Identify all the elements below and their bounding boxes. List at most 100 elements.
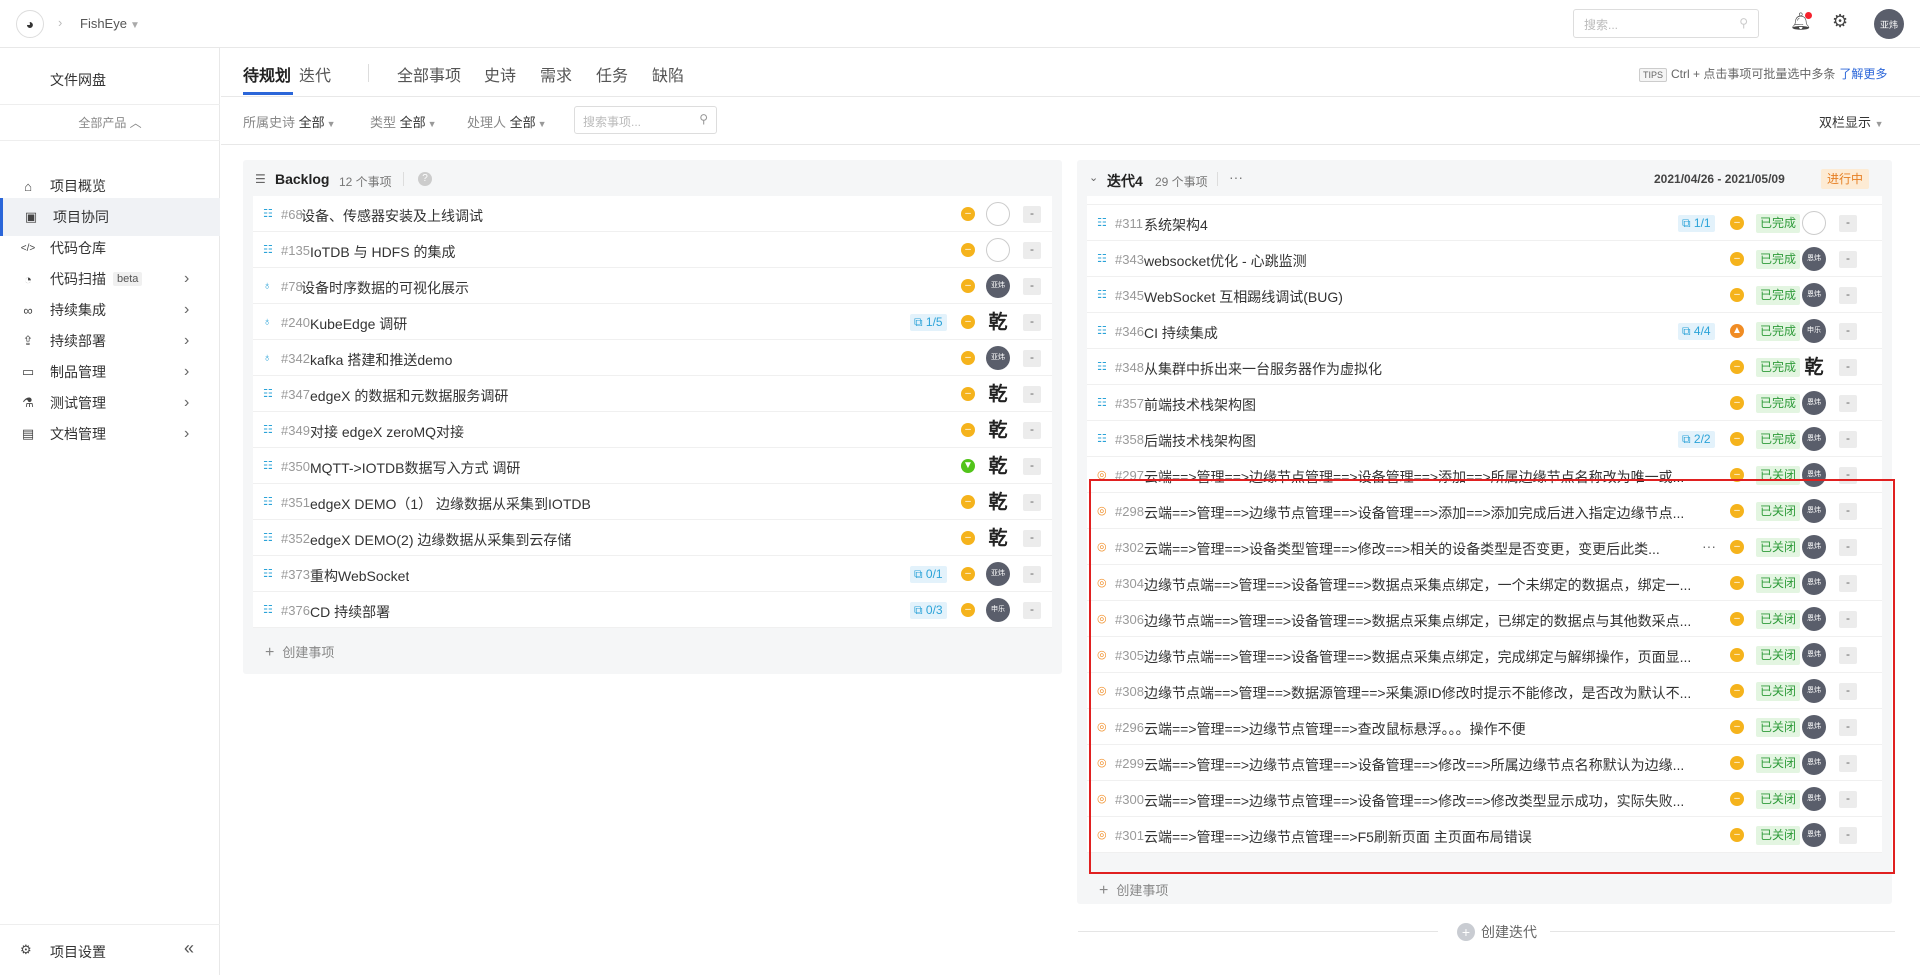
estimate-field[interactable]: - [1023, 206, 1041, 223]
tab-all-items[interactable]: 全部事项 [397, 62, 461, 86]
item-title[interactable]: edgeX DEMO(2) 边缘数据从采集到云存储 [310, 530, 571, 550]
backlog-item-row[interactable]: ♁ #240 KubeEdge 调研 ⧉ 1/5– 乾 - [253, 304, 1052, 340]
estimate-field[interactable]: - [1839, 395, 1857, 412]
priority-icon[interactable]: – [1730, 396, 1744, 410]
iteration-item-row[interactable]: ◎ #305 边缘节点端==>管理==>设备管理==>数据点采集点绑定，完成绑定与解… [1087, 637, 1882, 673]
estimate-field[interactable]: - [1839, 359, 1857, 376]
assignee-avatar[interactable]: 亚炜 [986, 562, 1010, 586]
priority-icon[interactable]: – [1730, 252, 1744, 266]
assignee-avatar[interactable]: 恩炜 [1802, 643, 1826, 667]
assignee-avatar[interactable]: 恩炜 [1802, 535, 1826, 559]
priority-icon[interactable]: – [1730, 648, 1744, 662]
item-title[interactable]: 云端==>管理==>边缘节点管理==>设备管理==>修改==>修改类型显示成功，… [1144, 791, 1684, 811]
priority-icon[interactable]: – [961, 207, 975, 221]
backlog-item-row[interactable]: ♁ #78 设备时序数据的可视化展示 – 亚炜 - [253, 268, 1052, 304]
estimate-field[interactable]: - [1023, 566, 1041, 583]
priority-icon[interactable]: – [1730, 360, 1744, 374]
iteration-item-row[interactable]: ☷ #343 websocket优化 - 心跳监测 – 已完成 恩炜 - [1087, 241, 1882, 277]
assignee-avatar[interactable]: 恩炜 [1802, 571, 1826, 595]
priority-icon[interactable]: – [1730, 504, 1744, 518]
priority-icon[interactable]: – [1730, 216, 1744, 230]
assignee-avatar[interactable]: 恩炜 [1802, 607, 1826, 631]
assignee-avatar[interactable]: 乾 [986, 418, 1010, 442]
assignee-avatar[interactable] [1802, 211, 1826, 235]
assignee-avatar[interactable]: 乾 [986, 454, 1010, 478]
status-badge[interactable]: 已关闭 [1756, 610, 1801, 629]
help-icon[interactable]: ? [418, 172, 432, 186]
iteration-item-row[interactable]: ◎ #306 边缘节点端==>管理==>设备管理==>数据点采集点绑定，已绑定的数据… [1087, 601, 1882, 637]
backlog-item-row[interactable]: ☷ #373 重构WebSocket ⧉ 0/1– 亚炜 - [253, 556, 1052, 592]
assignee-avatar[interactable]: 亚炜 [986, 346, 1010, 370]
status-badge[interactable]: 已关闭 [1756, 826, 1801, 845]
iteration-item-row-partial[interactable] [1087, 196, 1882, 205]
estimate-field[interactable]: - [1839, 431, 1857, 448]
estimate-field[interactable]: - [1839, 755, 1857, 772]
assignee-avatar[interactable]: 恩炜 [1802, 787, 1826, 811]
priority-icon[interactable]: – [1730, 756, 1744, 770]
iteration-item-row[interactable]: ☷ #345 WebSocket 互相踢线调试(BUG) – 已完成 恩炜 - [1087, 277, 1882, 313]
priority-icon[interactable]: – [1730, 828, 1744, 842]
estimate-field[interactable]: - [1839, 791, 1857, 808]
sidebar-file-drive[interactable]: 文件网盘 [50, 70, 106, 90]
assignee-avatar[interactable]: 恩炜 [1802, 463, 1826, 487]
iteration-item-row[interactable]: ☷ #348 从集群中拆出来一台服务器作为虚拟化 – 已完成乾 - [1087, 349, 1882, 385]
status-badge[interactable]: 已关闭 [1756, 718, 1801, 737]
assignee-avatar[interactable]: 恩炜 [1802, 391, 1826, 415]
settings-gear-icon[interactable]: ⚙ [1832, 11, 1848, 32]
item-title[interactable]: 云端==>管理==>设备类型管理==>修改==>相关的设备类型是否变更，变更后此… [1144, 539, 1660, 559]
estimate-field[interactable]: - [1023, 530, 1041, 547]
item-title[interactable]: kafka 搭建和推送demo [310, 350, 452, 370]
tab-epics[interactable]: 史诗 [484, 62, 516, 86]
priority-icon[interactable]: – [1730, 540, 1744, 554]
assignee-avatar[interactable]: 恩炜 [1802, 283, 1826, 307]
status-badge[interactable]: 已关闭 [1756, 574, 1801, 593]
item-title[interactable]: 从集群中拆出来一台服务器作为虚拟化 [1144, 359, 1382, 379]
item-title[interactable]: 重构WebSocket [310, 566, 409, 586]
estimate-field[interactable]: - [1023, 602, 1041, 619]
assignee-avatar[interactable]: 恩炜 [1802, 499, 1826, 523]
estimate-field[interactable]: - [1839, 323, 1857, 340]
item-title[interactable]: 边缘节点端==>管理==>设备管理==>数据点采集点绑定，一个未绑定的数据点，绑… [1144, 575, 1691, 595]
assignee-avatar[interactable]: 恩炜 [1802, 751, 1826, 775]
iteration-item-row[interactable]: ◎ #301 云端==>管理==>边缘节点管理==>F5刷新页面 主页面布局错误 – 已… [1087, 817, 1882, 853]
iteration-item-row[interactable]: ◎ #302 云端==>管理==>设备类型管理==>修改==>相关的设备类型是否变更… [1087, 529, 1882, 565]
iteration-item-row[interactable]: ☷ #358 后端技术栈架构图 ⧉ 2/2 – 已完成 恩炜 - [1087, 421, 1882, 457]
estimate-field[interactable]: - [1839, 503, 1857, 520]
iteration-item-row[interactable]: ◎ #299 云端==>管理==>边缘节点管理==>设备管理==>修改==>所属边缘… [1087, 745, 1882, 781]
item-title[interactable]: WebSocket 互相踢线调试(BUG) [1144, 287, 1343, 307]
item-title[interactable]: 边缘节点端==>管理==>设备管理==>数据点采集点绑定，完成绑定与解绑操作，页… [1144, 647, 1691, 667]
global-search-input[interactable]: 搜索... ⚲ [1573, 9, 1759, 38]
status-badge[interactable]: 已完成 [1756, 250, 1801, 269]
estimate-field[interactable]: - [1839, 611, 1857, 628]
backlog-item-row[interactable]: ☷ #68 设备、传感器安装及上线调试 – - [253, 196, 1052, 232]
priority-icon[interactable]: – [961, 387, 975, 401]
estimate-field[interactable]: - [1023, 278, 1041, 295]
status-badge[interactable]: 已完成 [1756, 322, 1801, 341]
estimate-field[interactable]: - [1023, 386, 1041, 403]
estimate-field[interactable]: - [1023, 494, 1041, 511]
chevron-right-icon[interactable]: › [184, 363, 189, 381]
item-title[interactable]: 云端==>管理==>边缘节点管理==>查改鼠标悬浮。。。操作不便 [1144, 719, 1526, 739]
estimate-field[interactable]: - [1023, 422, 1041, 439]
chevron-right-icon[interactable]: › [184, 270, 189, 288]
priority-icon[interactable]: – [961, 567, 975, 581]
priority-icon[interactable]: – [961, 531, 975, 545]
status-badge[interactable]: 已完成 [1756, 394, 1801, 413]
tab-backlog[interactable]: 待规划 [243, 62, 291, 86]
chevron-right-icon[interactable]: › [184, 425, 189, 443]
priority-icon[interactable]: – [1730, 612, 1744, 626]
item-title[interactable]: KubeEdge 调研 [310, 314, 407, 334]
item-title[interactable]: IoTDB 与 HDFS 的集成 [310, 242, 455, 262]
estimate-field[interactable]: - [1023, 314, 1041, 331]
backlog-item-row[interactable]: ☷ #376 CD 持续部署 ⧉ 0/3– 申乐 - [253, 592, 1052, 628]
iteration-item-row[interactable]: ◎ #296 云端==>管理==>边缘节点管理==>查改鼠标悬浮。。。操作不便 – 已关… [1087, 709, 1882, 745]
assignee-avatar[interactable]: 恩炜 [1802, 427, 1826, 451]
status-badge[interactable]: 已关闭 [1756, 754, 1801, 773]
priority-icon[interactable]: ▲ [1730, 324, 1744, 338]
item-title[interactable]: websocket优化 - 心跳监测 [1144, 251, 1307, 271]
item-title[interactable]: edgeX DEMO（1） 边缘数据从采集到IOTDB [310, 494, 591, 514]
assignee-avatar[interactable] [986, 202, 1010, 226]
item-title[interactable]: MQTT->IOTDB数据写入方式 调研 [310, 458, 520, 478]
iteration-item-row[interactable]: ◎ #308 边缘节点端==>管理==>数据源管理==>采集源ID修改时提示不能修改… [1087, 673, 1882, 709]
estimate-field[interactable]: - [1839, 647, 1857, 664]
